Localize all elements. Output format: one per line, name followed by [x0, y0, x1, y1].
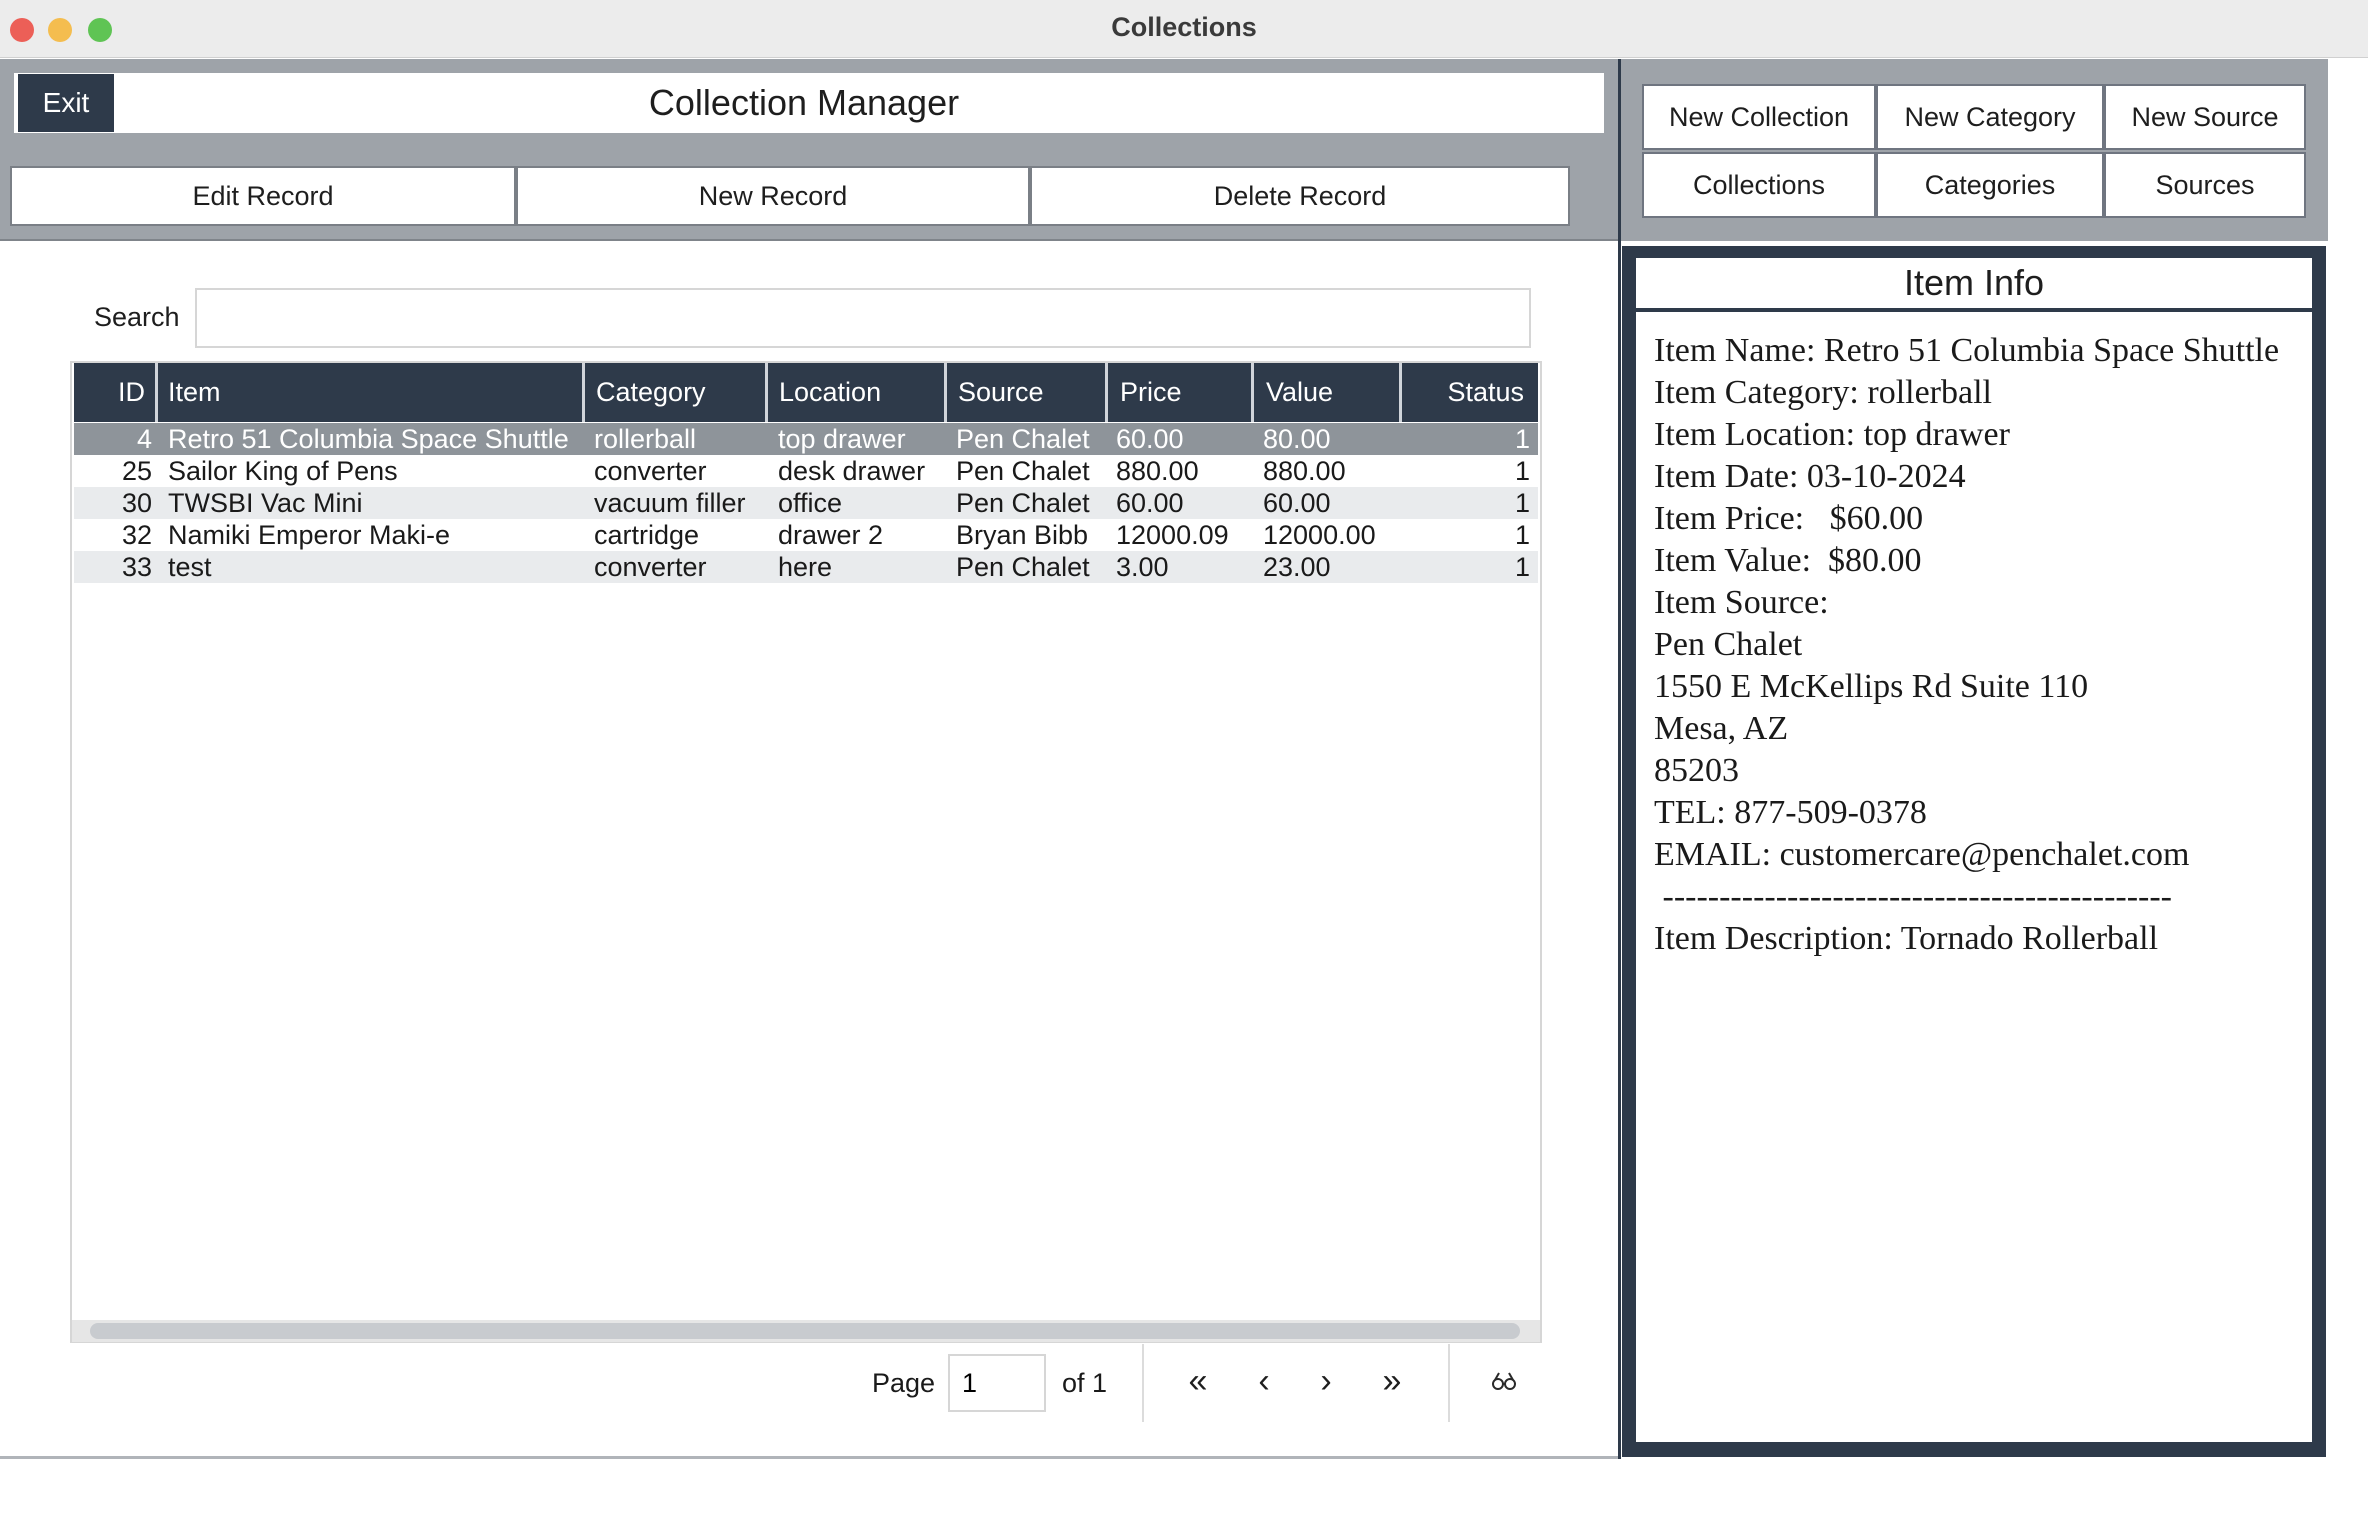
info-line: Item Price: $60.00	[1654, 500, 1924, 537]
cell-value: 23.00	[1263, 552, 1331, 582]
glasses-icon[interactable]	[1474, 1346, 1534, 1416]
info-line: Item Location: top drawer	[1654, 416, 2010, 453]
delete-record-button[interactable]: Delete Record	[1030, 166, 1570, 226]
cell-location: desk drawer	[778, 456, 926, 486]
cell-item: Sailor King of Pens	[168, 456, 398, 486]
page-count-label: of 1	[1062, 1368, 1108, 1398]
cell-status: 1	[1514, 456, 1530, 486]
pagination-divider	[1448, 1344, 1450, 1422]
item-info-title: Item Info	[1636, 258, 2312, 308]
cell-status: 1	[1514, 552, 1530, 582]
window-titlebar: Collections	[0, 0, 2368, 58]
cell-price: 12000.09	[1116, 520, 1229, 550]
previous-page-button[interactable]: ‹	[1234, 1346, 1294, 1416]
cell-id: 25	[121, 456, 152, 486]
column-header-id[interactable]: ID	[74, 363, 158, 422]
edit-record-button[interactable]: Edit Record	[10, 166, 516, 226]
new-source-button[interactable]: New Source	[2104, 84, 2306, 150]
exit-button[interactable]: Exit	[18, 74, 114, 132]
app-title: Collection Manager	[648, 82, 960, 123]
cell-category: converter	[594, 552, 707, 582]
column-header-value[interactable]: Value	[1254, 363, 1402, 422]
info-line: Item Name: Retro 51 Columbia Space Shutt…	[1654, 332, 2280, 369]
info-line: Item Date: 03-10-2024	[1654, 458, 1966, 495]
sources-button[interactable]: Sources	[2104, 152, 2306, 218]
cell-id: 4	[136, 424, 152, 454]
page-label: Page	[872, 1368, 936, 1398]
scrollbar-thumb[interactable]	[90, 1323, 1520, 1339]
cell-item: test	[168, 552, 212, 582]
next-page-button[interactable]: ›	[1296, 1346, 1356, 1416]
cell-value: 80.00	[1263, 424, 1331, 454]
cell-item: TWSBI Vac Mini	[168, 488, 363, 518]
window-title: Collections	[1111, 12, 1257, 42]
table-row[interactable]: 32 Namiki Emperor Maki-e cartridge drawe…	[74, 519, 1538, 551]
cell-item: Namiki Emperor Maki-e	[168, 520, 451, 550]
last-page-button[interactable]: »	[1362, 1346, 1422, 1416]
cell-source: Bryan Bibb	[956, 520, 1089, 550]
item-info-body: Item Name: Retro 51 Columbia Space Shutt…	[1636, 312, 2312, 1442]
cell-id: 30	[121, 488, 152, 518]
info-line: EMAIL: customercare@penchalet.com	[1654, 836, 2190, 873]
cell-category: converter	[594, 456, 707, 486]
cell-price: 60.00	[1116, 488, 1184, 518]
cell-category: vacuum filler	[594, 488, 746, 518]
cell-item: Retro 51 Columbia Space Shuttle	[168, 424, 569, 454]
cell-value: 60.00	[1263, 488, 1331, 518]
table-header: ID Item Category Location Source Price V…	[74, 363, 1538, 422]
cell-status: 1	[1514, 424, 1530, 454]
info-line: Item Category: rollerball	[1654, 374, 1992, 411]
column-header-price[interactable]: Price	[1108, 363, 1254, 422]
cell-category: cartridge	[594, 520, 700, 550]
info-line: ----------------------------------------…	[1654, 878, 2173, 915]
page-number-input[interactable]	[948, 1354, 1046, 1412]
info-line: 85203	[1654, 752, 1739, 789]
table-row[interactable]: 33 test converter here Pen Chalet 3.00 2…	[74, 551, 1538, 583]
cell-source: Pen Chalet	[956, 488, 1090, 518]
pagination-divider	[1142, 1344, 1144, 1422]
info-line: TEL: 877-509-0378	[1654, 794, 1927, 831]
cell-category: rollerball	[594, 424, 697, 454]
table-row[interactable]: 25 Sailor King of Pens converter desk dr…	[74, 455, 1538, 487]
cell-price: 880.00	[1116, 456, 1199, 486]
search-input[interactable]	[195, 288, 1531, 348]
column-header-item[interactable]: Item	[158, 363, 585, 422]
table-row[interactable]: 30 TWSBI Vac Mini vacuum filler office P…	[74, 487, 1538, 519]
cell-location: top drawer	[778, 424, 906, 454]
column-header-status[interactable]: Status	[1402, 363, 1538, 422]
cell-status: 1	[1514, 520, 1530, 550]
cell-source: Pen Chalet	[956, 456, 1090, 486]
cell-id: 32	[121, 520, 152, 550]
table-row[interactable]: 4 Retro 51 Columbia Space Shuttle roller…	[74, 423, 1538, 455]
column-header-source[interactable]: Source	[947, 363, 1108, 422]
categories-button[interactable]: Categories	[1876, 152, 2104, 218]
info-line: Item Description: Tornado Rollerball	[1654, 920, 2159, 957]
cell-value: 12000.00	[1263, 520, 1376, 550]
new-collection-button[interactable]: New Collection	[1642, 84, 1876, 150]
new-category-button[interactable]: New Category	[1876, 84, 2104, 150]
cell-location: drawer 2	[778, 520, 884, 550]
info-line: Item Value: $80.00	[1654, 542, 1922, 579]
new-record-button[interactable]: New Record	[516, 166, 1030, 226]
first-page-button[interactable]: «	[1168, 1346, 1228, 1416]
cell-price: 60.00	[1116, 424, 1184, 454]
column-header-category[interactable]: Category	[585, 363, 768, 422]
info-line: Mesa, AZ	[1654, 710, 1789, 747]
cell-id: 33	[121, 552, 152, 582]
cell-value: 880.00	[1263, 456, 1346, 486]
cell-source: Pen Chalet	[956, 552, 1090, 582]
collections-button[interactable]: Collections	[1642, 152, 1876, 218]
search-label: Search	[94, 302, 180, 332]
cell-source: Pen Chalet	[956, 424, 1090, 454]
column-header-location[interactable]: Location	[768, 363, 947, 422]
cell-location: office	[778, 488, 843, 518]
info-line: Item Source:	[1654, 584, 1829, 621]
info-line: 1550 E McKellips Rd Suite 110	[1654, 668, 2089, 705]
cell-location: here	[778, 552, 833, 582]
info-line: Pen Chalet	[1654, 626, 1803, 663]
cell-price: 3.00	[1116, 552, 1169, 582]
cell-status: 1	[1514, 488, 1530, 518]
